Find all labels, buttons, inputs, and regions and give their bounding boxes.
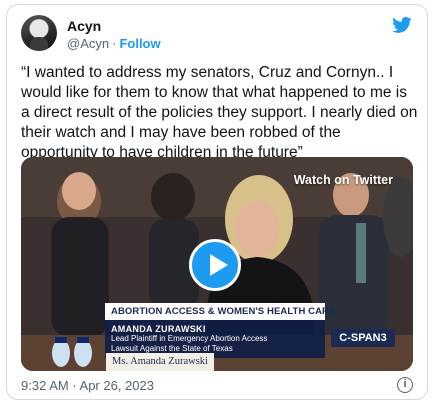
tweet-header: Acyn @Acyn · Follow [21, 15, 413, 55]
watch-on-twitter-link[interactable]: Watch on Twitter [294, 173, 393, 187]
display-name[interactable]: Acyn [67, 18, 101, 34]
twitter-bird-icon[interactable] [391, 15, 413, 35]
speaker-role-line-1: Lead Plaintiff in Emergency Abortion Acc… [111, 334, 268, 343]
handle[interactable]: @Acyn [67, 36, 109, 51]
nameplate: Ms. Amanda Zurawski [106, 353, 214, 371]
play-icon[interactable] [189, 239, 241, 291]
caption-banner: ABORTION ACCESS & WOMEN'S HEALTH CARE [105, 303, 335, 320]
tweet-footer: 9:32 AM · Apr 26, 2023 i [21, 377, 413, 395]
separator: · [112, 36, 117, 51]
speaker-name: AMANDA ZURAWSKI [111, 324, 206, 334]
lower-third-caption: ABORTION ACCESS & WOMEN'S HEALTH CARE AM… [105, 303, 335, 358]
video-player[interactable]: Watch on Twitter ABORTION ACCESS & WOMEN… [21, 157, 413, 371]
tweet-text: “I wanted to address my senators, Cruz a… [21, 64, 418, 161]
cspan-logo: C-SPAN3 [331, 329, 395, 347]
timestamp[interactable]: 9:32 AM · Apr 26, 2023 [21, 378, 154, 393]
avatar[interactable] [21, 15, 57, 51]
follow-button[interactable]: Follow [119, 36, 160, 51]
info-icon[interactable]: i [397, 377, 413, 393]
tweet-card: Acyn @Acyn · Follow “I wanted to address m… [6, 4, 428, 400]
handle-row: @Acyn · Follow [67, 36, 161, 51]
